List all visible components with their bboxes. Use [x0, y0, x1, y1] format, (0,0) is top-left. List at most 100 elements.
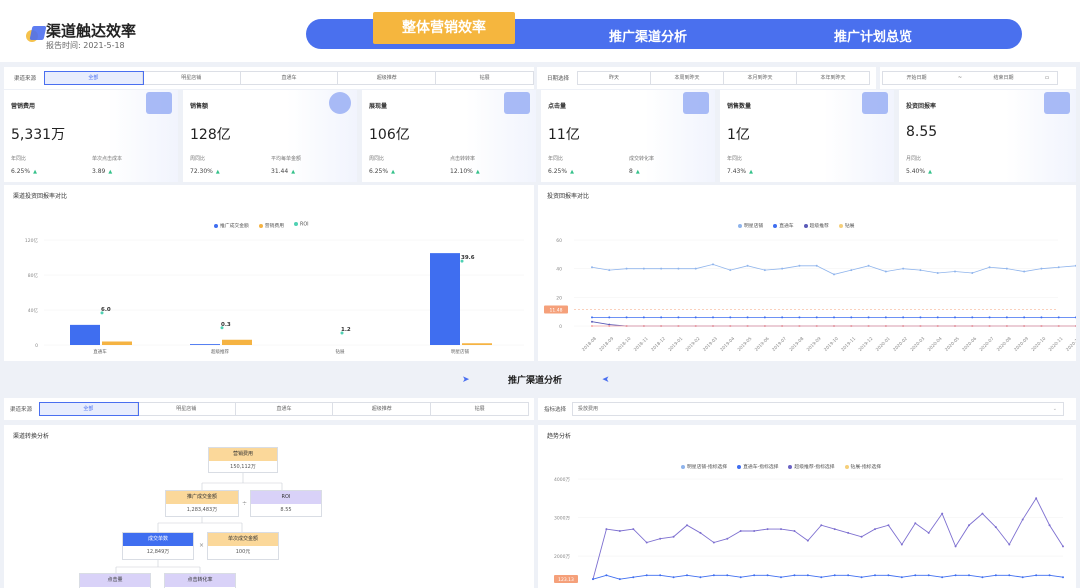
channel-option-zhitongche[interactable]: 直通车 — [236, 403, 334, 415]
kpi-card-marketing-cost: 营销费用 5,331万 年同比 单次点击成本 6.25% ▲ 3.89 ▲ — [4, 90, 178, 182]
chevron-right-icon: ➤ — [462, 375, 470, 385]
kpi-title: 营销费用 — [11, 103, 36, 110]
kpi-value: 106亿 — [369, 127, 410, 143]
kpi-label: 周同比 — [190, 156, 206, 162]
series-point — [660, 316, 663, 319]
series-point — [798, 325, 801, 327]
x-tick-label: 2019-07 — [771, 336, 788, 353]
channel-option-all[interactable]: 全部 — [39, 402, 139, 416]
channel-segment-2: 全部 明星店铺 直通车 超级推荐 钻展 — [39, 402, 529, 416]
series-point — [994, 526, 997, 529]
x-tick-label: 2018-12 — [650, 336, 667, 353]
x-tick-label: 2019-12 — [857, 336, 874, 353]
series-point — [1008, 543, 1011, 546]
channel-option-super-recommend[interactable]: 超级推荐 — [333, 403, 432, 415]
series-point — [884, 325, 887, 327]
channel-option-zuanzhan[interactable]: 钻展 — [436, 72, 533, 84]
x-tick-label: 钻展 — [336, 348, 345, 355]
channel-option-super-recommend[interactable]: 超级推荐 — [338, 72, 437, 84]
series-point — [887, 524, 890, 527]
kpi-title: 投资回报率 — [906, 103, 937, 110]
series-point — [1040, 325, 1043, 327]
y-tick-label: 40亿 — [28, 307, 39, 314]
bar-chart: 0 40亿 80亿 120亿 6.0 直通车 0.3 超级推荐 1.2 钻展 39.6 明星店铺 — [25, 237, 524, 355]
date-option-month[interactable]: 本月到昨天 — [724, 72, 797, 84]
kpi-title: 销售额 — [190, 103, 209, 110]
series-point — [833, 528, 836, 531]
date-option-year[interactable]: 本年到昨天 — [797, 72, 869, 84]
series-point — [927, 574, 930, 577]
bar-revenue — [430, 253, 460, 345]
logo-icon — [26, 26, 47, 44]
up-arrow-icon: ▲ — [635, 169, 640, 175]
series-point — [699, 576, 702, 579]
series-point — [798, 316, 801, 319]
kpi-value: 11亿 — [548, 127, 580, 143]
channel-filter-bar: 渠道来源 全部 明星店铺 直通车 超级推荐 钻展 — [4, 67, 534, 89]
calendar-icon[interactable]: ▭ — [1037, 72, 1057, 84]
series-point — [726, 537, 729, 540]
series-point — [605, 574, 608, 577]
series-point — [793, 574, 796, 577]
series-point — [850, 269, 853, 272]
series-point — [642, 316, 645, 319]
up-arrow-icon: ▲ — [108, 169, 113, 175]
series-point — [672, 576, 675, 579]
series-point — [746, 325, 749, 327]
channel-option-star-store[interactable]: 明星店铺 — [143, 72, 241, 84]
kpi-sub-value: 6.25% ▲ — [548, 168, 574, 175]
tab-channel-analysis[interactable]: 推广渠道分析 — [609, 26, 687, 45]
series-point — [867, 316, 870, 319]
channel-filter-label: 渠道来源 — [14, 76, 37, 82]
series-point — [729, 316, 732, 319]
series-point — [954, 545, 957, 548]
series-point — [1062, 545, 1064, 548]
channel-option-zhitongche[interactable]: 直通车 — [241, 72, 339, 84]
series-point — [874, 574, 876, 577]
x-tick-label: 2020-02 — [892, 336, 909, 353]
tab-overall-efficiency[interactable]: 整体营销效率 — [373, 12, 515, 44]
series-point — [1048, 524, 1051, 527]
channel-option-all[interactable]: 全部 — [44, 71, 144, 85]
series-point — [954, 325, 956, 327]
series-point — [902, 325, 905, 327]
kpi-sub-value: 6.25% ▲ — [11, 168, 37, 175]
date-range-picker[interactable]: 开始日期 ~ 结束日期 ▭ — [882, 71, 1058, 85]
metric-select[interactable]: 投放费用 ⌄ — [572, 402, 1064, 416]
series-point — [968, 574, 970, 577]
series-point — [739, 576, 742, 579]
y-tick-label: 4000万 — [554, 477, 570, 483]
series-point — [677, 325, 680, 327]
up-arrow-icon: ▲ — [475, 169, 480, 175]
series-point — [847, 531, 850, 534]
series-point — [860, 535, 863, 538]
x-tick-label: 2018-09 — [598, 336, 615, 353]
kpi-title: 销售数量 — [727, 103, 752, 110]
series-point — [833, 325, 835, 327]
channel-option-star-store[interactable]: 明星店铺 — [138, 403, 236, 415]
bar-cost — [462, 343, 492, 345]
date-option-week[interactable]: 本周到昨天 — [651, 72, 724, 84]
kpi-card-clicks: 点击量 11亿 年同比 成交转化率 6.25% ▲ 8 ▲ — [541, 90, 715, 182]
funnel-node-orders: 成交单数 12,849万 — [122, 532, 194, 560]
series-point — [1075, 325, 1076, 327]
start-date-input[interactable]: 开始日期 — [883, 72, 950, 84]
x-tick-label: 2019-05 — [736, 336, 753, 353]
series-point — [677, 316, 680, 319]
series-point — [867, 325, 870, 327]
x-tick-label: 2018-11 — [633, 336, 650, 353]
tab-plan-overview[interactable]: 推广计划总览 — [834, 26, 912, 45]
divide-icon: ÷ — [242, 500, 248, 507]
up-arrow-icon: ▲ — [570, 169, 574, 175]
roi-label: 0.3 — [221, 322, 231, 328]
series-point — [1057, 325, 1060, 327]
end-date-input[interactable]: 结束日期 — [970, 72, 1037, 84]
x-tick-label: 2019-09 — [806, 336, 823, 353]
series-point — [746, 316, 749, 319]
funnel-node-click-rate: 点击转化率 — [164, 573, 236, 588]
y-tick-label: 0 — [35, 343, 38, 349]
series-point — [712, 541, 715, 544]
series-point — [884, 316, 887, 319]
channel-option-zuanzhan[interactable]: 钻展 — [431, 403, 528, 415]
date-option-yesterday[interactable]: 昨天 — [578, 72, 651, 84]
